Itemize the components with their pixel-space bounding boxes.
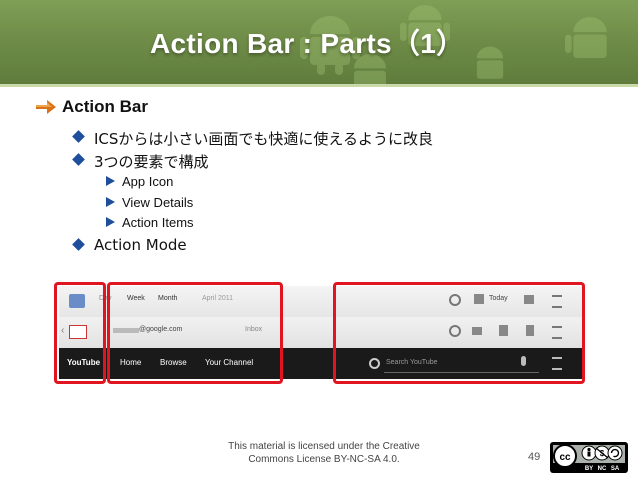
android-robot-icon	[476, 46, 504, 79]
page-number: 49	[528, 451, 541, 463]
part-item-text: Action Items	[122, 215, 194, 230]
part-item-text: App Icon	[122, 174, 174, 189]
license-line-2: Commons License BY-NC-SA 4.0.	[248, 454, 400, 465]
creative-commons-badge[interactable]: cc $ BY NC SA	[550, 442, 628, 473]
triangle-bullet-icon	[106, 176, 115, 186]
diamond-bullet-icon	[72, 238, 85, 251]
page-title: Action Bar : Parts（1）	[150, 28, 465, 59]
slide-header: Action Bar : Parts（1）	[0, 0, 638, 87]
license-line-1: This material is licensed under the Crea…	[228, 441, 420, 452]
nc-label: NC	[598, 466, 607, 472]
diamond-bullet-icon	[72, 153, 85, 166]
header-divider	[0, 84, 638, 87]
sub-bullet-text: 3つの要素で構成	[94, 153, 209, 171]
diamond-bullet-icon	[72, 130, 85, 143]
view-details-highlight	[107, 282, 283, 384]
bullet-arrow-icon	[36, 100, 56, 114]
cc-label: cc	[559, 452, 571, 463]
android-robot-icon	[565, 17, 607, 58]
sub-bullet-text: Action Mode	[94, 236, 187, 254]
bullet-text: Action Bar	[62, 97, 148, 116]
sa-label: SA	[611, 466, 620, 472]
triangle-bullet-icon	[106, 197, 115, 207]
action-items-highlight	[333, 282, 585, 384]
sub-bullet-text: ICSからは小さい画面でも快適に使えるように改良	[94, 130, 433, 148]
by-label: BY	[585, 466, 593, 472]
triangle-bullet-icon	[106, 217, 115, 227]
app-icon-highlight	[54, 282, 106, 384]
license-notice: This material is licensed under the Crea…	[206, 440, 442, 466]
cc-license-icon: cc $ BY NC SA	[551, 443, 627, 472]
part-item-text: View Details	[122, 195, 194, 210]
